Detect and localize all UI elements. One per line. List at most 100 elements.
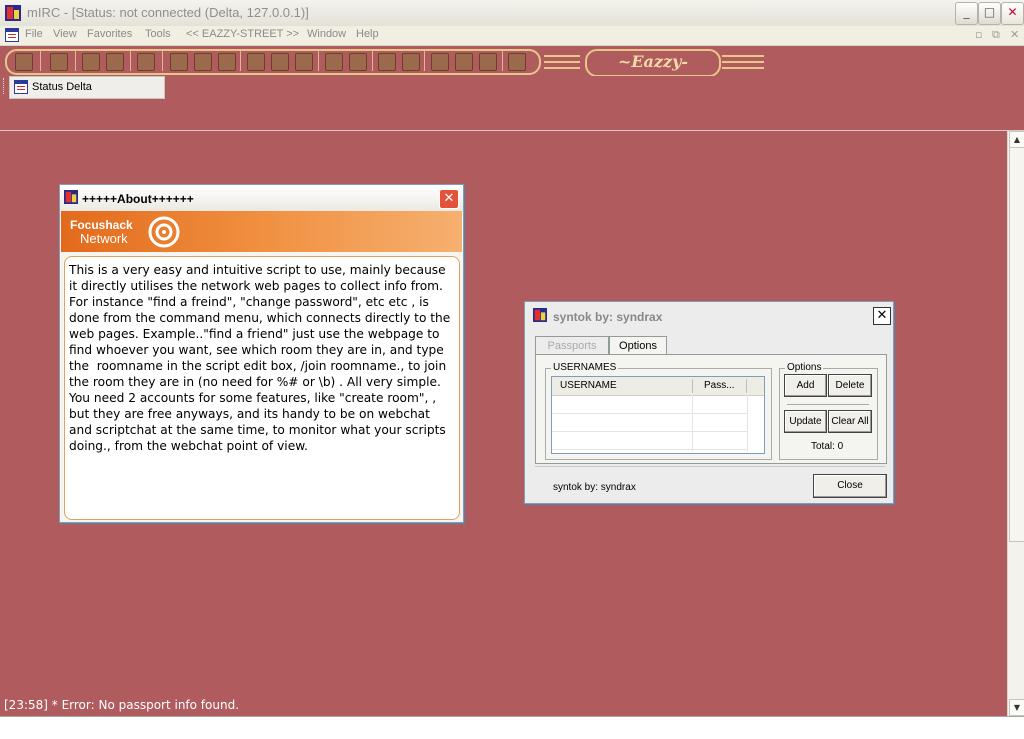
- scroll-down-arrow-icon[interactable]: ▼: [1009, 699, 1024, 716]
- close-button[interactable]: ✕: [1001, 2, 1024, 25]
- syntok-close-icon[interactable]: ✕: [873, 307, 891, 325]
- mdi-restore-button[interactable]: ⧉: [992, 28, 1000, 42]
- toolbar-separator: [40, 51, 41, 71]
- eazzy-street-brand: ~Eazzy-Street~: [585, 49, 721, 93]
- connect-icon[interactable]: [50, 53, 68, 71]
- toolbar-separator: [318, 51, 319, 71]
- column-username[interactable]: USERNAME: [560, 380, 617, 391]
- menu-favorites[interactable]: Favorites: [87, 28, 132, 40]
- tab-options[interactable]: Options: [609, 336, 667, 355]
- tile-icon[interactable]: [455, 53, 473, 71]
- status-scrollbar[interactable]: ▲ ▼: [1007, 131, 1024, 716]
- tab-passports[interactable]: Passports: [535, 336, 609, 355]
- command-edit-box[interactable]: [0, 716, 1024, 739]
- total-count: Total: 0: [811, 441, 844, 452]
- menu-window[interactable]: Window: [307, 28, 346, 40]
- close-dialog-button[interactable]: Close: [813, 474, 887, 498]
- edit-icon[interactable]: [349, 53, 367, 71]
- help-icon[interactable]: [508, 53, 526, 71]
- channels-icon[interactable]: [82, 53, 100, 71]
- options-icon[interactable]: [15, 53, 33, 71]
- footer-divider: [535, 466, 885, 467]
- about-title: +++++About++++++: [82, 192, 194, 206]
- toolbar-separator: [240, 51, 241, 71]
- notes-icon[interactable]: [402, 53, 420, 71]
- scroll-up-arrow-icon[interactable]: ▲: [1009, 131, 1024, 148]
- status-window-icon[interactable]: [5, 28, 19, 42]
- syntok-title: syntok by: syndrax: [553, 310, 663, 324]
- toolbar-ornament: [722, 61, 764, 63]
- about-dialog: +++++About++++++ ✕ Focushack Network Thi…: [59, 184, 464, 523]
- toolbar-separator: [162, 51, 163, 71]
- delete-button[interactable]: Delete: [828, 374, 872, 397]
- menu-tools[interactable]: Tools: [145, 28, 171, 40]
- column-gridline: [692, 395, 693, 451]
- minimize-button[interactable]: _: [955, 2, 978, 25]
- syntok-title-bar[interactable]: syntok by: syndrax ✕: [525, 302, 893, 329]
- address-book-icon[interactable]: [106, 53, 124, 71]
- list-row[interactable]: [552, 432, 747, 450]
- toolbar-ornament: [722, 55, 764, 57]
- log-icon[interactable]: [295, 53, 313, 71]
- column-gridline: [747, 395, 748, 451]
- options-group-label: Options: [785, 362, 824, 373]
- mirc-app-icon[interactable]: [5, 5, 21, 21]
- script-editor-icon[interactable]: [325, 53, 343, 71]
- mirc-app-icon: [64, 190, 78, 204]
- list-row[interactable]: [552, 396, 747, 414]
- globe-icon[interactable]: [431, 53, 449, 71]
- column-divider: [746, 379, 747, 393]
- banner-line2: Network: [80, 231, 128, 246]
- toolbar-separator: [130, 51, 131, 71]
- usernames-group-label: USERNAMES: [551, 362, 619, 373]
- toolbar-ornament: [544, 61, 580, 63]
- about-text: This is a very easy and intuitive script…: [64, 256, 460, 520]
- mdi-minimize-button[interactable]: ▫: [975, 28, 982, 41]
- cascade-icon[interactable]: [479, 53, 497, 71]
- list-icon[interactable]: [170, 53, 188, 71]
- banner-line1: Focushack: [70, 218, 133, 232]
- remote-icon[interactable]: [194, 53, 212, 71]
- usernames-list[interactable]: USERNAME Pass...: [551, 376, 765, 454]
- focushack-logo-icon: [148, 216, 180, 248]
- window-title: mIRC - [Status: not connected (Delta, 12…: [27, 5, 309, 20]
- about-close-button[interactable]: ✕: [439, 189, 459, 209]
- maximize-button[interactable]: □: [978, 2, 1001, 25]
- mirc-app-icon: [533, 308, 547, 322]
- toolbar-separator: [502, 51, 503, 71]
- timer-icon[interactable]: [271, 53, 289, 71]
- menu-view[interactable]: View: [53, 28, 77, 40]
- column-pass[interactable]: Pass...: [704, 380, 735, 391]
- mdi-close-button[interactable]: ✕: [1010, 28, 1019, 41]
- status-window-icon: [14, 80, 28, 94]
- title-bar: mIRC - [Status: not connected (Delta, 12…: [0, 0, 1024, 27]
- toolbar-separator: [372, 51, 373, 71]
- toolbar: [0, 46, 1024, 76]
- check-icon[interactable]: [378, 53, 396, 71]
- dcc-send-icon[interactable]: [247, 53, 265, 71]
- list-header: USERNAME Pass...: [552, 377, 764, 396]
- menu-eazzy-street[interactable]: << EAZZY-STREET >>: [186, 28, 299, 40]
- syntok-footer-label: syntok by: syndrax: [553, 482, 636, 493]
- update-button[interactable]: Update: [784, 410, 827, 433]
- options-divider: [787, 404, 869, 405]
- switchbar-grip[interactable]: [3, 78, 6, 94]
- column-divider: [692, 379, 693, 393]
- toolbar-ornament: [544, 55, 580, 57]
- toolbar-ornament: [544, 67, 580, 69]
- notify-icon[interactable]: [218, 53, 236, 71]
- menu-file[interactable]: File: [25, 28, 43, 40]
- status-error-line: [23:58] * Error: No passport info found.: [4, 698, 240, 712]
- add-button[interactable]: Add: [784, 374, 827, 397]
- list-row[interactable]: [552, 414, 747, 432]
- focushack-banner: Focushack Network: [61, 211, 462, 252]
- about-title-bar[interactable]: +++++About++++++ ✕: [60, 185, 463, 211]
- toolbar-separator: [75, 51, 76, 71]
- colors-icon[interactable]: [137, 53, 155, 71]
- switchbar-tab-status[interactable]: Status Delta: [9, 76, 165, 99]
- scroll-thumb[interactable]: [1009, 147, 1024, 542]
- toolbar-separator: [424, 51, 425, 71]
- clear-all-button[interactable]: Clear All: [828, 410, 872, 433]
- toolbar-ornament: [722, 67, 764, 69]
- menu-help[interactable]: Help: [356, 28, 379, 40]
